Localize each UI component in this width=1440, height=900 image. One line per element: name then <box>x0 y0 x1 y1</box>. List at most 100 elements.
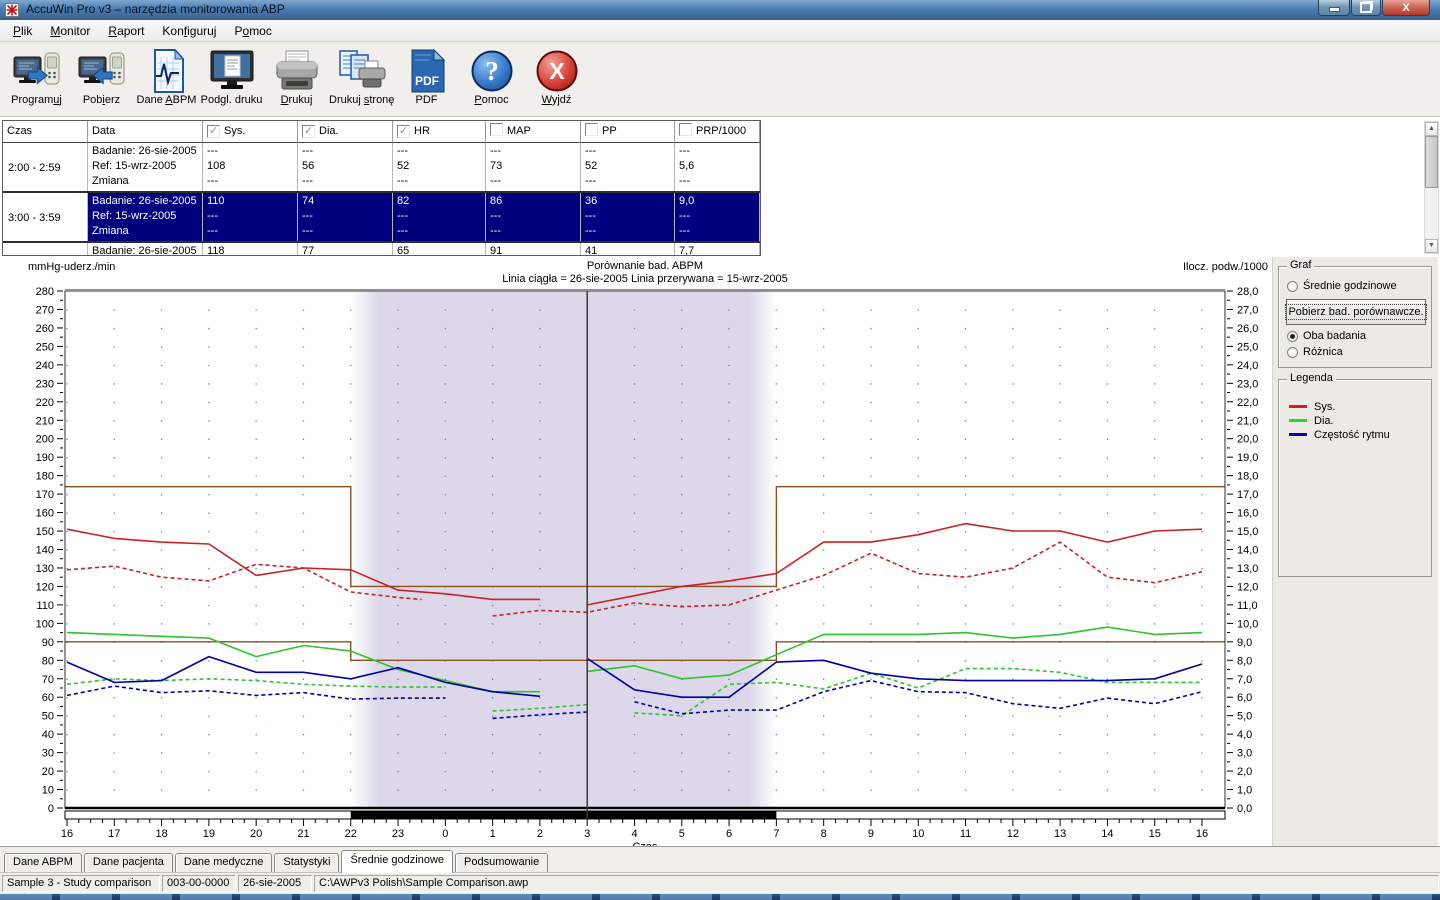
close-button[interactable]: X <box>1382 0 1430 16</box>
column-header-dia: ✓Dia. <box>298 121 393 143</box>
svg-text:15,0: 15,0 <box>1237 526 1258 538</box>
svg-text:9,0: 9,0 <box>1237 637 1252 649</box>
menu-monitor[interactable]: Monitor <box>41 20 99 42</box>
table-row[interactable]: Badanie: 26-sie-2005118776591417,7 <box>3 243 760 256</box>
column-checkbox-map[interactable] <box>490 123 503 136</box>
radio-srednie-godzinowe[interactable]: Średnie godzinowe <box>1287 279 1397 293</box>
column-header-pp: PP <box>581 121 675 143</box>
legend-item: Dia. <box>1289 414 1334 427</box>
svg-text:260: 260 <box>36 323 54 335</box>
toolbar: Programuj Pobierz Dane ABPM Podgl. druku <box>0 42 1440 117</box>
abpm-table-area: CzasData✓Sys.✓Dia.✓HRMAPPPPRP/10002:00 -… <box>0 117 1440 257</box>
tab-srednie-godzinowe[interactable]: Średnie godzinowe <box>341 850 453 873</box>
svg-text:21,0: 21,0 <box>1237 415 1258 427</box>
toolbar-podgl-druku[interactable]: Podgl. druku <box>199 42 264 106</box>
tab-dane-pacjenta[interactable]: Dane pacjenta <box>84 853 173 872</box>
radio-roznica[interactable]: Różnica <box>1287 345 1343 359</box>
svg-text:6: 6 <box>726 828 732 840</box>
svg-text:13: 13 <box>1054 828 1066 840</box>
scroll-down-icon[interactable]: ▼ <box>1425 239 1438 253</box>
graf-panel-title: Graf <box>1287 259 1314 271</box>
svg-text:23: 23 <box>392 828 404 840</box>
comparison-chart-plot[interactable]: 00,0101,0202,0303,0404,0505,0606,0707,08… <box>0 257 1272 846</box>
table-row[interactable]: 2:00 - 2:59Badanie: 26-sie-2005Ref: 15-w… <box>3 143 760 193</box>
column-checkbox-dia[interactable]: ✓ <box>302 125 315 138</box>
svg-text:270: 270 <box>36 304 54 316</box>
status-panel: C:\AWPv3 Polish\Sample Comparison.awp <box>314 875 1439 892</box>
menu-raport[interactable]: Raport <box>99 20 153 42</box>
radio-icon[interactable] <box>1287 281 1298 292</box>
toolbar-pdf[interactable]: PDF PDF <box>394 42 459 106</box>
toolbar-pomoc-btn[interactable]: ? Pomoc <box>459 42 524 106</box>
status-panel: 26-sie-2005 <box>238 875 312 892</box>
svg-text:17,0: 17,0 <box>1237 489 1258 501</box>
legend-swatch-icon <box>1289 419 1307 422</box>
bottom-tab-bar: Dane ABPMDane pacjentaDane medyczneStaty… <box>0 847 1440 872</box>
svg-text:16,0: 16,0 <box>1237 508 1258 520</box>
download-monitor-icon <box>69 47 134 94</box>
pdf-icon: PDF <box>394 47 459 94</box>
minimize-button[interactable] <box>1318 0 1350 16</box>
svg-text:24,0: 24,0 <box>1237 360 1258 372</box>
column-header-hr: ✓HR <box>393 121 486 143</box>
radio-icon[interactable] <box>1287 331 1298 342</box>
column-header-map: MAP <box>486 121 581 143</box>
menu-plik[interactable]: Plik <box>4 20 41 42</box>
help-icon: ? <box>459 47 524 94</box>
table-scrollbar[interactable]: ▲ ▼ <box>1424 121 1439 254</box>
svg-text:240: 240 <box>36 360 54 372</box>
svg-text:16: 16 <box>61 828 73 840</box>
toolbar-dane-abpm[interactable]: Dane ABPM <box>134 42 199 106</box>
scrollbar-thumb[interactable] <box>1425 136 1438 188</box>
svg-text:23,0: 23,0 <box>1237 378 1258 390</box>
toolbar-drukuj[interactable]: Drukuj <box>264 42 329 106</box>
svg-text:11: 11 <box>960 828 971 840</box>
app-icon <box>5 3 19 17</box>
toolbar-drukuj-strone[interactable]: Drukuj stronę <box>329 42 394 106</box>
column-checkbox-pp[interactable] <box>585 123 598 136</box>
table-row[interactable]: 3:00 - 3:59Badanie: 26-sie-2005Ref: 15-w… <box>3 193 760 243</box>
svg-text:22: 22 <box>345 828 357 840</box>
svg-text:180: 180 <box>36 471 54 483</box>
radio-icon[interactable] <box>1287 347 1298 358</box>
radio-oba-badania[interactable]: Oba badania <box>1287 329 1366 343</box>
tab-statystyki[interactable]: Statystyki <box>274 853 339 872</box>
column-checkbox-prp[interactable] <box>679 123 692 136</box>
toolbar-programuj[interactable]: Programuj <box>4 42 69 106</box>
svg-text:14: 14 <box>1101 828 1113 840</box>
chart-subtitle: Linia ciągła = 26-sie-2005 Linia przeryw… <box>65 273 1225 285</box>
graf-panel: Graf Średnie godzinowe Pobierz bad. poró… <box>1278 266 1432 368</box>
menu-konfiguruj[interactable]: Konfiguruj <box>153 20 225 42</box>
svg-text:3,0: 3,0 <box>1237 748 1252 760</box>
svg-text:17: 17 <box>108 828 120 840</box>
svg-text:?: ? <box>485 56 499 86</box>
toolbar-pobierz[interactable]: Pobierz <box>69 42 134 106</box>
tab-dane-abpm[interactable]: Dane ABPM <box>4 853 82 872</box>
tab-dane-medyczne[interactable]: Dane medyczne <box>175 853 273 872</box>
chart-title: Porównanie bad. ABPM <box>65 260 1225 272</box>
svg-text:PDF: PDF <box>415 74 439 88</box>
hourly-averages-table[interactable]: CzasData✓Sys.✓Dia.✓HRMAPPPPRP/10002:00 -… <box>2 120 761 256</box>
svg-text:40: 40 <box>42 729 54 741</box>
column-checkbox-sys[interactable]: ✓ <box>207 125 220 138</box>
cell-dia: 74------ <box>298 193 393 241</box>
svg-text:10: 10 <box>912 828 924 840</box>
menu-pomoc[interactable]: Pomoc <box>225 20 280 42</box>
tab-podsumowanie[interactable]: Podsumowanie <box>455 853 548 872</box>
scroll-up-icon[interactable]: ▲ <box>1425 122 1438 136</box>
toolbar-wyjdz[interactable]: X Wyjdź <box>524 42 589 106</box>
restore-button[interactable] <box>1351 0 1381 16</box>
svg-text:2: 2 <box>537 828 543 840</box>
cell-map: 91 <box>486 243 581 256</box>
status-panel: Sample 3 - Study comparison <box>2 875 160 892</box>
cell-pp: 41 <box>581 243 675 256</box>
cell-hr: 82------ <box>393 193 486 241</box>
svg-text:22,0: 22,0 <box>1237 397 1258 409</box>
column-checkbox-hr[interactable]: ✓ <box>397 125 410 138</box>
svg-text:170: 170 <box>36 489 54 501</box>
svg-text:0: 0 <box>442 828 448 840</box>
pobierz-bad-porownawcze-button[interactable]: Pobierz bad. porównawcze. <box>1286 299 1426 325</box>
svg-text:4: 4 <box>631 828 637 840</box>
svg-text:190: 190 <box>36 452 54 464</box>
cell-pp: 36------ <box>581 193 675 241</box>
